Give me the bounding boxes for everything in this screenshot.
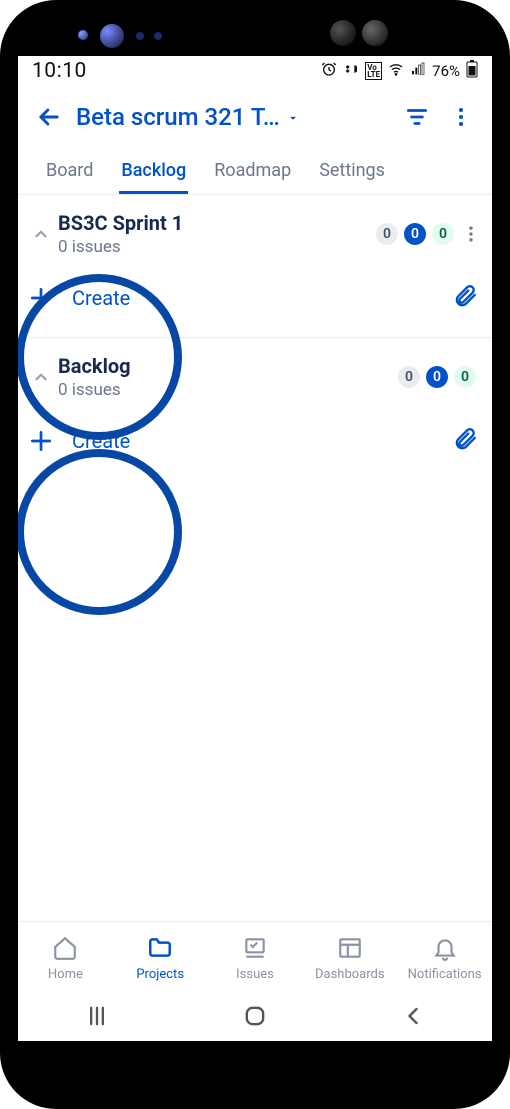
app-header: Beta scrum 321 T… <box>18 86 492 144</box>
tab-settings[interactable]: Settings <box>317 148 387 194</box>
project-title-text: Beta scrum 321 T… <box>76 103 280 131</box>
nav-dashboards[interactable]: Dashboards <box>302 922 397 995</box>
home-button[interactable] <box>241 1002 269 1034</box>
vibrate-icon <box>343 61 359 81</box>
create-issue-row[interactable]: Create <box>18 402 492 480</box>
caret-down-icon <box>286 103 300 131</box>
pill-todo: 0 <box>376 223 398 245</box>
pill-inprogress: 0 <box>426 366 448 388</box>
nav-label: Home <box>48 967 83 982</box>
backlog-section-header[interactable]: Backlog 0 issues 0 0 0 <box>18 338 492 402</box>
pill-inprogress: 0 <box>404 223 426 245</box>
volte-icon: VoLTE <box>365 62 382 80</box>
back-button[interactable] <box>399 1002 427 1034</box>
issues-icon <box>242 935 268 965</box>
back-button[interactable] <box>32 100 66 134</box>
status-bar: 10:10 VoLTE 76% <box>18 56 492 86</box>
sprint-section-header[interactable]: BS3C Sprint 1 0 issues 0 0 0 <box>18 195 492 259</box>
create-label: Create <box>72 286 130 310</box>
sprint-overflow-button[interactable] <box>460 224 482 244</box>
status-pill-group: 0 0 0 <box>376 223 454 245</box>
bezel-sensor <box>78 30 88 40</box>
bezel-sensor <box>362 20 388 46</box>
nav-home[interactable]: Home <box>18 922 113 995</box>
status-clock: 10:10 <box>32 59 87 83</box>
bell-icon <box>432 935 458 965</box>
bezel-camera <box>100 24 124 48</box>
bezel-sensor <box>154 32 162 40</box>
wifi-icon <box>388 61 404 81</box>
pill-done: 0 <box>454 366 476 388</box>
bezel-sensor <box>136 32 144 40</box>
folder-icon <box>147 935 173 965</box>
android-nav-bar <box>18 995 492 1041</box>
status-pill-group: 0 0 0 <box>398 366 476 388</box>
signal-icon <box>410 61 426 81</box>
battery-icon <box>466 60 478 82</box>
nav-label: Notifications <box>408 967 482 982</box>
pill-done: 0 <box>432 223 454 245</box>
nav-label: Dashboards <box>315 967 385 982</box>
tab-backlog[interactable]: Backlog <box>119 148 188 194</box>
tab-board[interactable]: Board <box>44 148 95 194</box>
create-issue-row[interactable]: Create <box>18 259 492 337</box>
nav-issues[interactable]: Issues <box>208 922 303 995</box>
screen: 10:10 VoLTE 76% Beta scru <box>18 56 492 1041</box>
nav-notifications[interactable]: Notifications <box>397 922 492 995</box>
nav-label: Projects <box>136 967 184 982</box>
project-selector[interactable]: Beta scrum 321 T… <box>76 103 390 131</box>
backlog-issue-count: 0 issues <box>58 380 398 400</box>
sprint-name: BS3C Sprint 1 <box>58 211 376 235</box>
tab-roadmap[interactable]: Roadmap <box>212 148 293 194</box>
status-indicators: VoLTE 76% <box>321 60 478 82</box>
tab-bar: Board Backlog Roadmap Settings <box>18 148 492 195</box>
nav-projects[interactable]: Projects <box>113 922 208 995</box>
overflow-menu-button[interactable] <box>444 100 478 134</box>
alarm-icon <box>321 61 337 81</box>
sprint-issue-count: 0 issues <box>58 237 376 257</box>
home-icon <box>52 935 78 965</box>
bottom-nav: Home Projects Issues Dashboards Notifica… <box>18 921 492 995</box>
backlog-name: Backlog <box>58 354 398 378</box>
plus-icon <box>24 281 58 315</box>
plus-icon <box>24 424 58 458</box>
chevron-up-icon[interactable] <box>24 225 58 243</box>
create-label: Create <box>72 429 130 453</box>
pill-todo: 0 <box>398 366 420 388</box>
recents-button[interactable] <box>83 1002 111 1034</box>
nav-label: Issues <box>236 967 274 982</box>
attachment-button[interactable] <box>452 283 478 313</box>
attachment-button[interactable] <box>452 426 478 456</box>
bezel-camera <box>330 20 356 46</box>
chevron-up-icon[interactable] <box>24 368 58 386</box>
battery-text: 76% <box>432 62 460 80</box>
dashboard-icon <box>337 935 363 965</box>
filter-button[interactable] <box>400 100 434 134</box>
